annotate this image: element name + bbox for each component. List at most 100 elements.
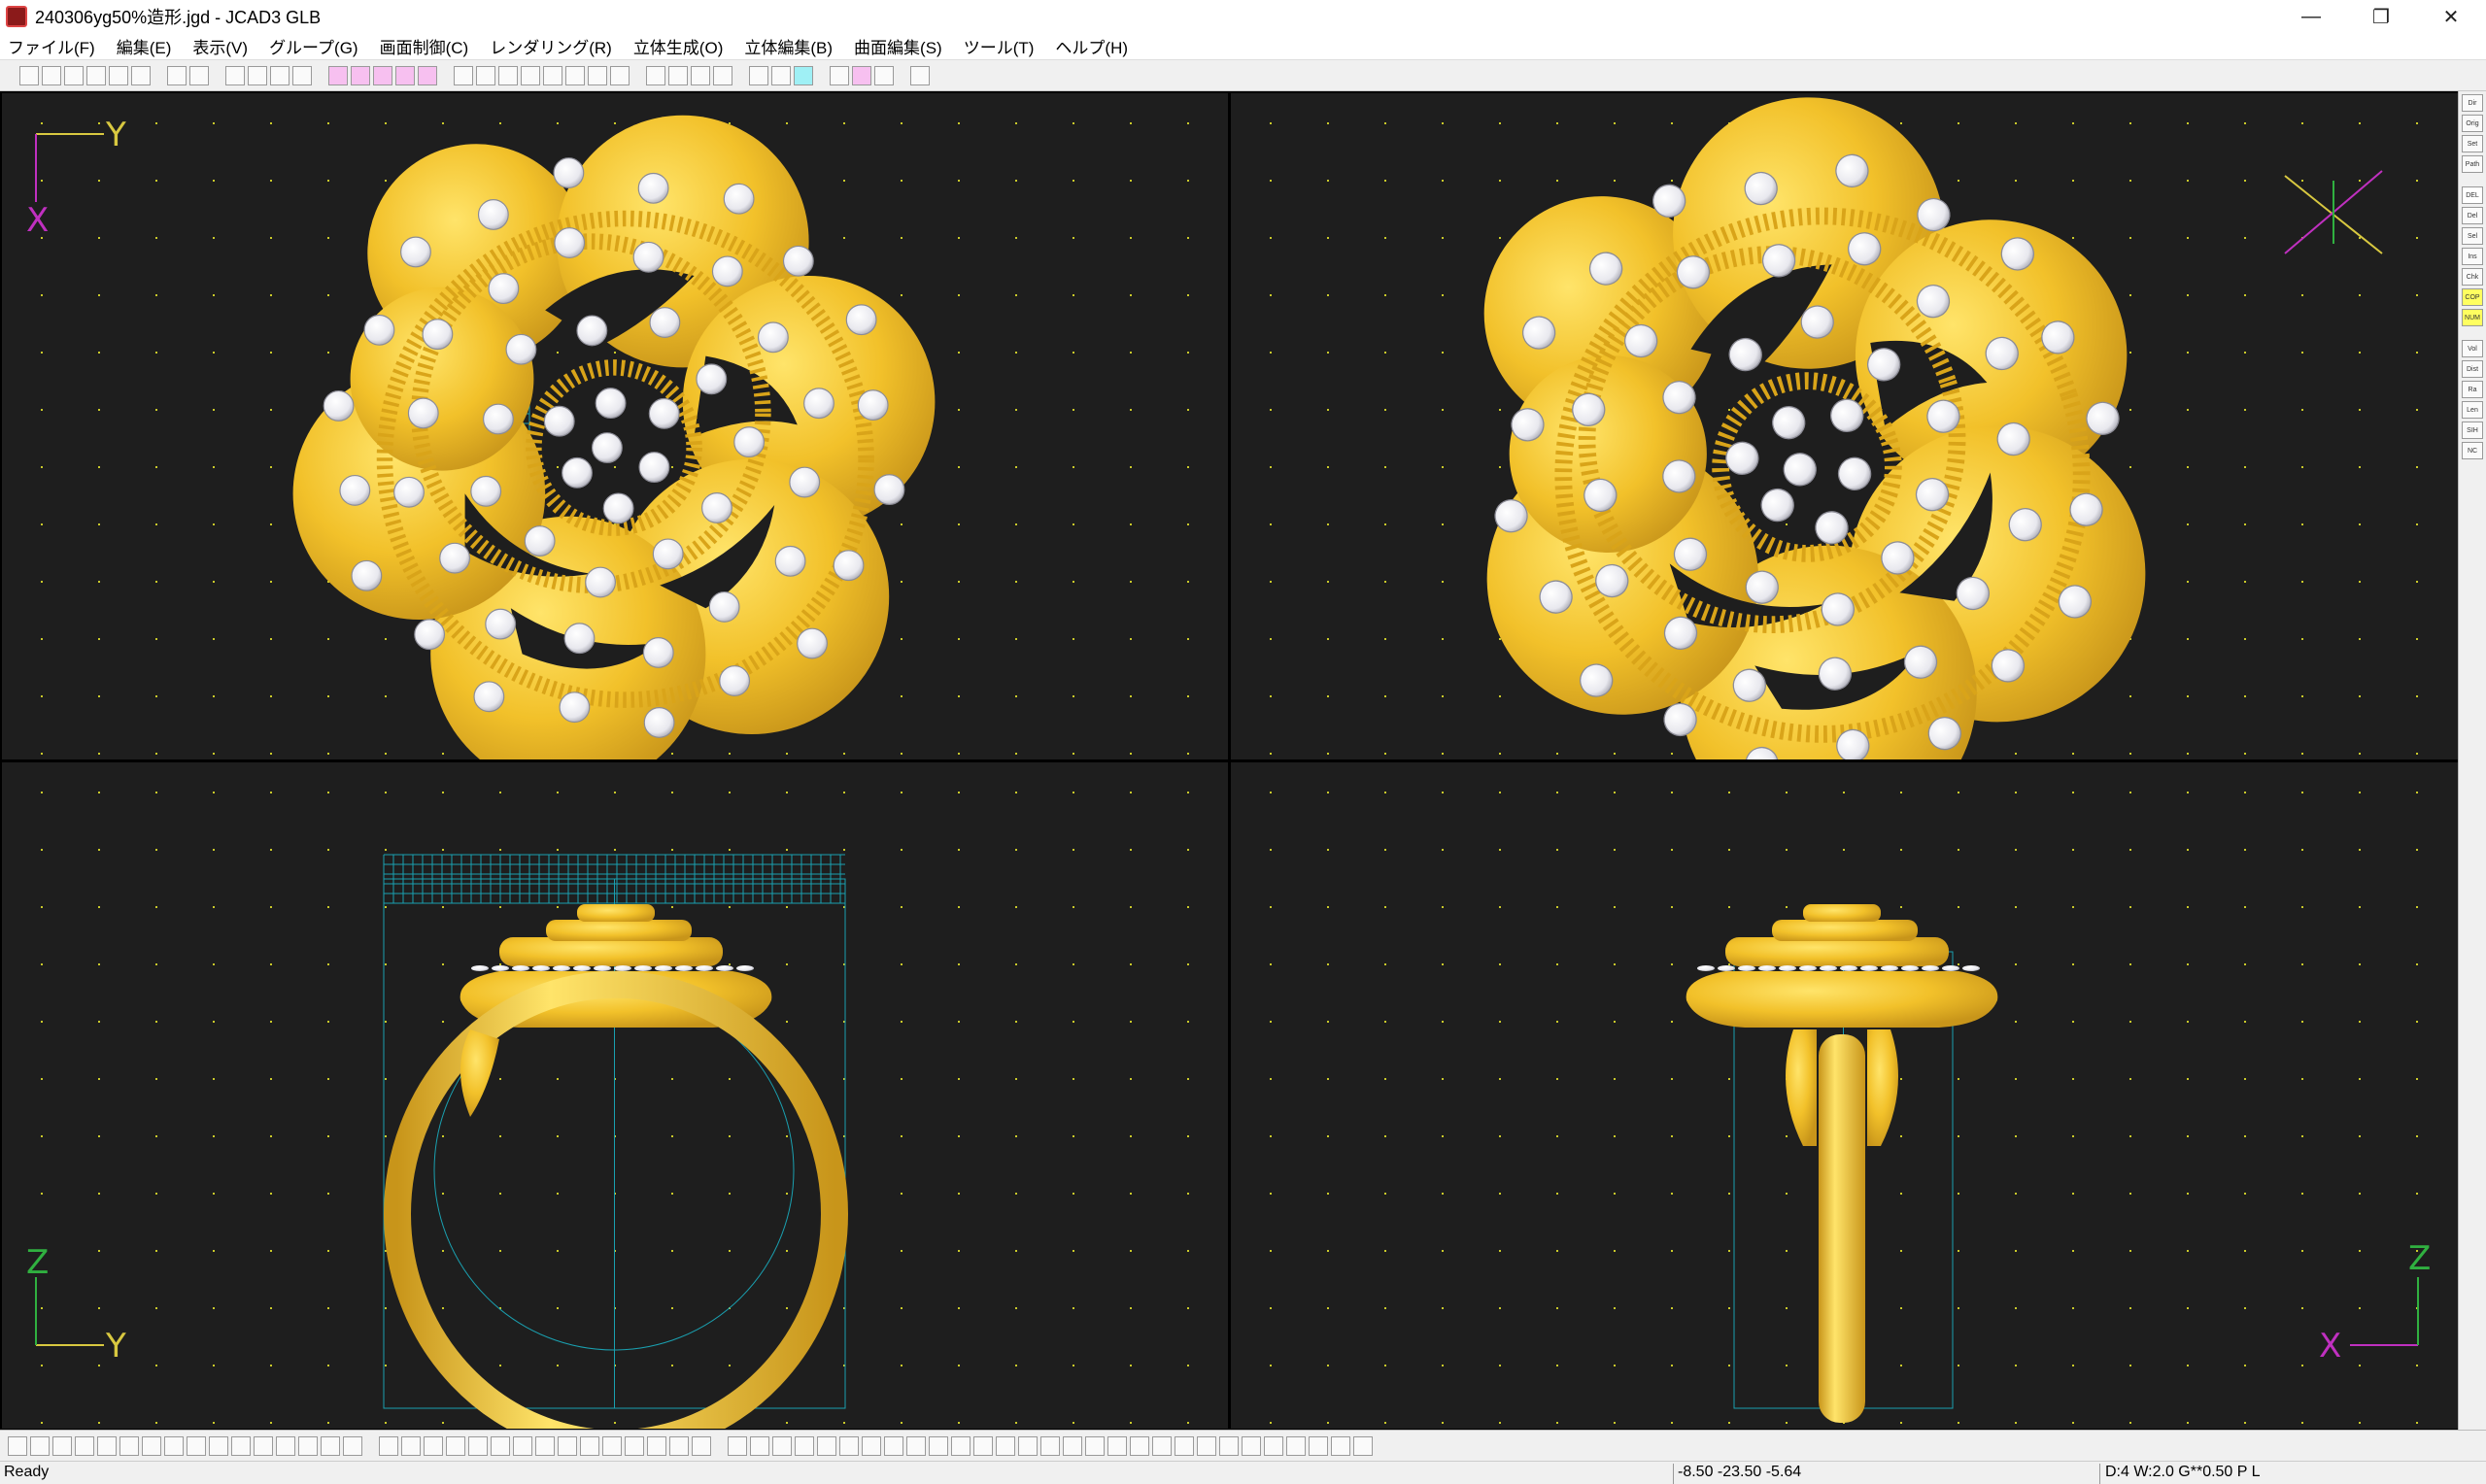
bottom-tool-button[interactable]	[750, 1435, 769, 1456]
menu-tools[interactable]: ツール(T)	[964, 34, 1035, 58]
bottom-tool-button[interactable]	[187, 1435, 206, 1456]
bottom-tool-button[interactable]	[52, 1435, 72, 1456]
right-tool-vol[interactable]: Vol	[2462, 340, 2483, 357]
menu-solid-create[interactable]: 立体生成(O)	[633, 34, 724, 58]
save-tool-button[interactable]	[64, 65, 84, 85]
right-tool-sih[interactable]: SIH	[2462, 422, 2483, 439]
right-tool-del[interactable]: DEL	[2462, 186, 2483, 204]
bottom-tool-button[interactable]	[276, 1435, 295, 1456]
bottom-tool-button[interactable]	[209, 1435, 228, 1456]
bottom-tool-button[interactable]	[1152, 1435, 1172, 1456]
bottom-tool-button[interactable]	[839, 1435, 859, 1456]
zoom-in-tool-button[interactable]	[454, 65, 473, 85]
bottom-tool-button[interactable]	[625, 1435, 644, 1456]
paste-view-tool-button[interactable]	[189, 65, 209, 85]
redo-tool-button[interactable]	[131, 65, 151, 85]
right-tool-orig[interactable]: Orig	[2462, 115, 2483, 132]
menu-solid-edit[interactable]: 立体編集(B)	[744, 34, 833, 58]
menu-group[interactable]: グループ(G)	[269, 34, 358, 58]
menu-rendering[interactable]: レンダリング(R)	[490, 34, 612, 58]
bottom-tool-button[interactable]	[1107, 1435, 1127, 1456]
shad-tool-button[interactable]	[328, 65, 348, 85]
right-tool-dir[interactable]: Dir	[2462, 94, 2483, 112]
menu-edit[interactable]: 編集(E)	[117, 34, 172, 58]
copy-view-tool-button[interactable]	[167, 65, 187, 85]
bottom-tool-button[interactable]	[973, 1435, 993, 1456]
bottom-tool-button[interactable]	[1331, 1435, 1350, 1456]
viewport-perspective[interactable]	[1231, 93, 2458, 759]
pan-tool-button[interactable]	[610, 65, 630, 85]
bottom-tool-button[interactable]	[817, 1435, 836, 1456]
right-tool-cop[interactable]: COP	[2462, 288, 2483, 306]
z1-tool-button[interactable]	[646, 65, 665, 85]
bottom-tool-button[interactable]	[795, 1435, 814, 1456]
bottom-tool-button[interactable]	[728, 1435, 747, 1456]
bottom-tool-button[interactable]	[401, 1435, 421, 1456]
bottom-tool-button[interactable]	[513, 1435, 532, 1456]
rotate-tool-button[interactable]	[565, 65, 585, 85]
grid-cyan-tool-button[interactable]	[794, 65, 813, 85]
shade-sel-tool-button[interactable]	[852, 65, 871, 85]
bottom-tool-button[interactable]	[1353, 1435, 1373, 1456]
right-tool-ra[interactable]: Ra	[2462, 381, 2483, 398]
bottom-tool-button[interactable]	[75, 1435, 94, 1456]
right-tool-path[interactable]: Path	[2462, 155, 2483, 173]
bottom-tool-button[interactable]	[1242, 1435, 1261, 1456]
app-icon[interactable]	[6, 6, 27, 27]
bottom-tool-button[interactable]	[1309, 1435, 1328, 1456]
viewport-top[interactable]: YX	[2, 93, 1228, 759]
zoom-out-tool-button[interactable]	[476, 65, 495, 85]
bottom-tool-button[interactable]	[1286, 1435, 1306, 1456]
menu-screen-control[interactable]: 画面制御(C)	[380, 34, 469, 58]
next-grp-tool-button[interactable]	[248, 65, 267, 85]
fix-sel-tool-button[interactable]	[874, 65, 894, 85]
bottom-tool-button[interactable]	[254, 1435, 273, 1456]
minimize-button[interactable]: —	[2276, 0, 2346, 33]
right-tool-nc[interactable]: NC	[2462, 442, 2483, 459]
bottom-tool-button[interactable]	[929, 1435, 948, 1456]
right-tool-ins[interactable]: Ins	[2462, 248, 2483, 265]
glb-tool-button[interactable]	[830, 65, 849, 85]
grid-snap-tool-button[interactable]	[771, 65, 791, 85]
bottom-tool-button[interactable]	[951, 1435, 971, 1456]
open-tool-button[interactable]	[42, 65, 61, 85]
print-tool-button[interactable]	[86, 65, 106, 85]
menu-file[interactable]: ファイル(F)	[8, 34, 95, 58]
bottom-tool-button[interactable]	[8, 1435, 27, 1456]
bottom-tool-button[interactable]	[1018, 1435, 1038, 1456]
bottom-tool-button[interactable]	[535, 1435, 555, 1456]
bottom-tool-button[interactable]	[343, 1435, 362, 1456]
bottom-tool-button[interactable]	[669, 1435, 689, 1456]
right-tool-sel[interactable]: Sel	[2462, 227, 2483, 245]
viewport-side[interactable]: XZ	[1231, 762, 2458, 1429]
z4-tool-button[interactable]	[713, 65, 732, 85]
zoom-box-tool-button[interactable]	[498, 65, 518, 85]
disp-grp-tool-button[interactable]	[270, 65, 289, 85]
z2-tool-button[interactable]	[668, 65, 688, 85]
z3-tool-button[interactable]	[691, 65, 710, 85]
menu-surface-edit[interactable]: 曲面編集(S)	[854, 34, 942, 58]
zoom-all-tool-button[interactable]	[521, 65, 540, 85]
bottom-tool-button[interactable]	[772, 1435, 792, 1456]
bottom-tool-button[interactable]	[647, 1435, 666, 1456]
right-tool-num[interactable]: NUM	[2462, 309, 2483, 326]
new-tool-button[interactable]	[19, 65, 39, 85]
bottom-tool-button[interactable]	[379, 1435, 398, 1456]
bottom-tool-button[interactable]	[1063, 1435, 1082, 1456]
viewport-front[interactable]: YZ	[2, 762, 1228, 1429]
bottom-tool-button[interactable]	[1264, 1435, 1283, 1456]
home-tool-button[interactable]	[588, 65, 607, 85]
grid-tool-button[interactable]	[749, 65, 768, 85]
bottom-tool-button[interactable]	[1175, 1435, 1194, 1456]
bottom-tool-button[interactable]	[884, 1435, 903, 1456]
ray-tool-button[interactable]	[395, 65, 415, 85]
bottom-tool-button[interactable]	[446, 1435, 465, 1456]
pick-grp-tool-button[interactable]	[292, 65, 312, 85]
bottom-tool-button[interactable]	[580, 1435, 599, 1456]
bottom-tool-button[interactable]	[142, 1435, 161, 1456]
mesh-tool-button[interactable]	[373, 65, 392, 85]
bottom-tool-button[interactable]	[97, 1435, 117, 1456]
bottom-tool-button[interactable]	[1040, 1435, 1060, 1456]
bottom-tool-button[interactable]	[491, 1435, 510, 1456]
bottom-tool-button[interactable]	[468, 1435, 488, 1456]
